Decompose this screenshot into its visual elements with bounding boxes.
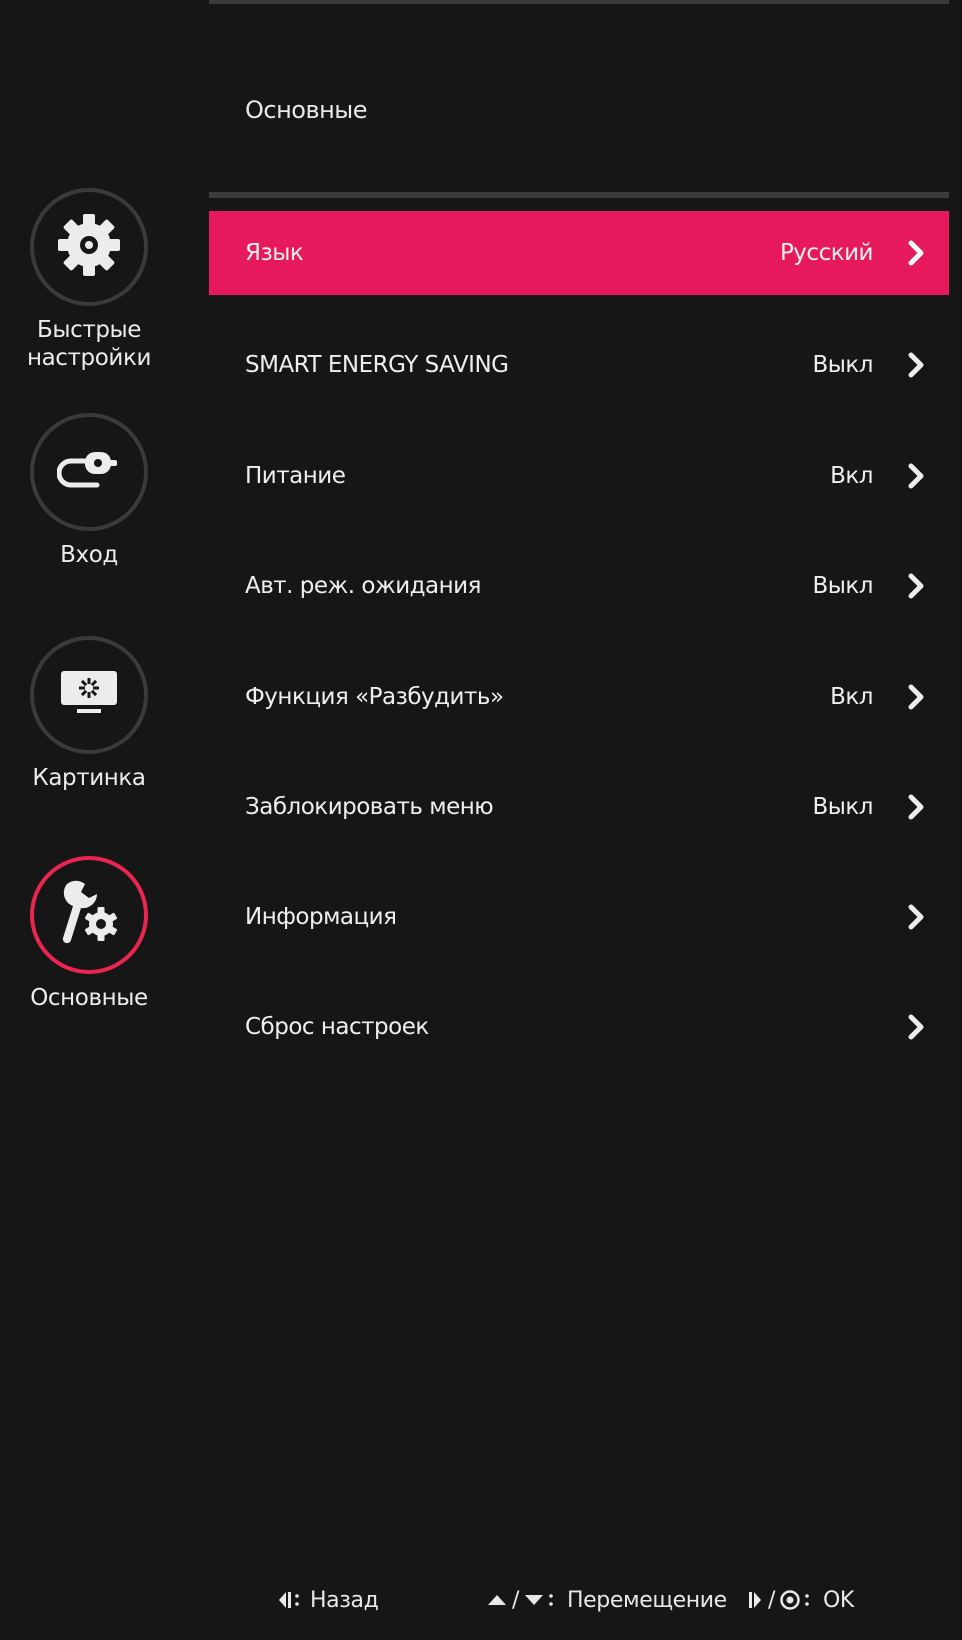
sidebar-item-general[interactable]: Основные [0, 856, 178, 1012]
chevron-right-icon [908, 794, 924, 820]
menu-item-auto-standby[interactable]: Авт. реж. ожидания Выкл [209, 544, 949, 628]
gear-icon [54, 210, 124, 284]
sidebar-circle-active [30, 856, 148, 974]
menu-item-reset-settings[interactable]: Сброс настроек [209, 985, 949, 1069]
menu-item-wake-function[interactable]: Функция «Разбудить» Вкл [209, 655, 949, 739]
sidebar-item-quick-settings[interactable]: Быстрые настройки [0, 188, 178, 372]
sidebar-item-picture[interactable]: Картинка [0, 636, 178, 792]
menu-item-value: Выкл [812, 794, 873, 820]
menu-item-language[interactable]: Язык Русский [209, 211, 949, 295]
menu-item-label: Язык [245, 240, 304, 266]
chevron-right-icon [908, 1014, 924, 1040]
menu-item-label: Сброс настроек [245, 1014, 429, 1040]
sidebar-circle [30, 188, 148, 306]
page-title: Основные [245, 96, 368, 124]
menu-item-power[interactable]: Питание Вкл [209, 434, 949, 518]
joystick-press-icon [779, 1589, 801, 1611]
section-divider [209, 192, 949, 198]
menu-item-value: Выкл [812, 352, 873, 378]
back-hint: Назад [276, 1582, 379, 1618]
menu-item-label: Заблокировать меню [245, 794, 494, 820]
joystick-down-icon [523, 1590, 545, 1610]
menu-item-value: Русский [779, 240, 874, 266]
sidebar-item-label: Основные [30, 985, 148, 1011]
ok-separator: / [768, 1587, 776, 1613]
colon-dots-icon [547, 1590, 555, 1610]
sidebar-item-label: Быстрые настройки [26, 317, 152, 371]
chevron-right-icon [908, 463, 924, 489]
move-label: Перемещение [567, 1587, 727, 1613]
chevron-right-icon [908, 904, 924, 930]
joystick-left-icon [276, 1590, 300, 1610]
top-divider [209, 0, 949, 4]
menu-item-value: Вкл [830, 463, 873, 489]
menu-item-label: Авт. реж. ожидания [245, 573, 481, 599]
menu-item-label: SMART ENERGY SAVING [245, 352, 509, 378]
back-label: Назад [310, 1587, 379, 1613]
chevron-right-icon [908, 240, 924, 266]
wrench-gear-icon [57, 880, 121, 950]
sidebar-circle [30, 636, 148, 754]
input-cable-icon [56, 447, 121, 497]
sidebar-item-input[interactable]: Вход [0, 413, 178, 569]
move-hint: / Перемещение [486, 1582, 727, 1618]
menu-item-label: Функция «Разбудить» [245, 684, 504, 710]
chevron-right-icon [908, 352, 924, 378]
menu-item-label: Питание [245, 463, 346, 489]
chevron-right-icon [908, 684, 924, 710]
menu-item-label: Информация [245, 904, 397, 930]
joystick-right-icon [748, 1590, 764, 1610]
joystick-up-icon [486, 1590, 508, 1610]
footer-hints: Назад / Перемещение / OK [0, 1582, 962, 1618]
menu-item-smart-energy-saving[interactable]: SMART ENERGY SAVING Выкл [209, 323, 949, 407]
sidebar-circle [30, 413, 148, 531]
chevron-right-icon [908, 573, 924, 599]
colon-dots-icon [803, 1590, 811, 1610]
menu-item-lock-menu[interactable]: Заблокировать меню Выкл [209, 765, 949, 849]
move-separator: / [512, 1587, 520, 1613]
ok-label: OK [823, 1587, 854, 1613]
ok-hint: / OK [748, 1582, 854, 1618]
monitor-picture-icon [59, 669, 119, 721]
menu-item-value: Выкл [812, 573, 873, 599]
menu-item-value: Вкл [830, 684, 873, 710]
menu-item-information[interactable]: Информация [209, 875, 949, 959]
sidebar-item-label: Вход [60, 542, 118, 568]
sidebar-item-label: Картинка [32, 765, 146, 791]
